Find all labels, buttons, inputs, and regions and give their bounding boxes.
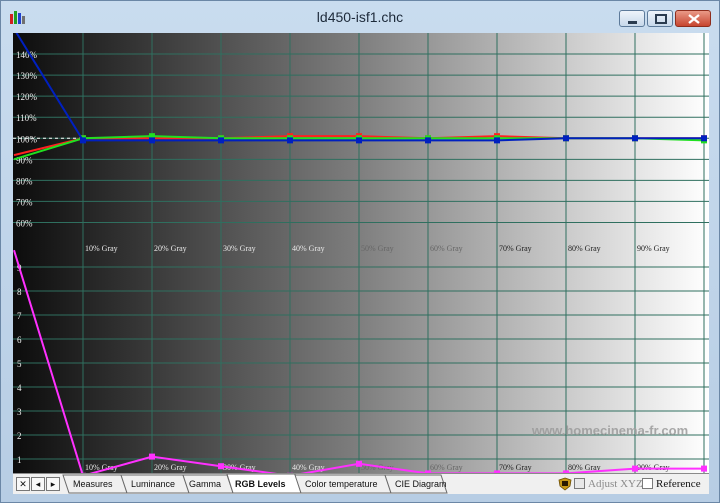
main-window: ld450-isf1.chc 140% 130% 120% 110% 100% 90% 80… — [0, 0, 720, 503]
maximize-button[interactable] — [647, 10, 673, 27]
y-tick-label: 140% — [16, 50, 38, 60]
y-tick-label: 60% — [16, 218, 33, 228]
y-tick-label: 110% — [16, 113, 37, 123]
y-tick-label: 3 — [17, 407, 22, 417]
adjust-xyz-checkbox[interactable] — [574, 478, 585, 489]
rgb-levels-chart: 140%130%120%110%100%90%80%70%60%98765432… — [13, 28, 709, 479]
y-tick-label: 70% — [16, 197, 33, 207]
watermark: www.homecinema-fr.com — [531, 423, 688, 438]
reference-checkbox[interactable] — [642, 478, 653, 489]
minimize-icon — [628, 21, 637, 24]
x-tick-label: 60% Gray — [430, 463, 463, 472]
y-tick-label: 5 — [17, 359, 22, 369]
close-button[interactable] — [675, 10, 711, 27]
rgb-data-point — [218, 137, 224, 144]
minimize-button[interactable] — [619, 10, 645, 27]
delta-data-point — [701, 465, 707, 472]
rgb-data-point — [149, 137, 155, 144]
rgb-data-point — [287, 137, 293, 144]
tab-measures[interactable]: Measures — [73, 479, 113, 489]
y-tick-label: 130% — [16, 71, 38, 81]
x-tick-label: 70% Gray — [499, 244, 532, 253]
maximize-icon — [655, 14, 667, 24]
tab-color-temperature[interactable]: Color temperature — [305, 479, 378, 489]
x-tick-label: 20% Gray — [154, 244, 187, 253]
close-icon — [688, 14, 700, 24]
x-tick-label: 60% Gray — [430, 244, 463, 253]
reference-label: Reference — [656, 478, 701, 490]
y-tick-label: 8 — [17, 287, 22, 297]
adjust-xyz-icon[interactable] — [558, 477, 572, 491]
delta-data-point — [632, 465, 638, 472]
y-tick-label: 120% — [16, 92, 38, 102]
rgb-data-point — [80, 137, 86, 144]
y-tick-label: 7 — [17, 311, 22, 321]
x-tick-label: 40% Gray — [292, 244, 325, 253]
x-tick-label: 10% Gray — [85, 244, 118, 253]
tab-gamma[interactable]: Gamma — [189, 479, 221, 489]
delta-data-point — [356, 460, 362, 467]
rgb-data-point — [632, 135, 638, 142]
x-tick-label: 30% Gray — [223, 244, 256, 253]
rgb-data-point — [425, 137, 431, 144]
delta-data-point — [149, 453, 155, 460]
x-tick-label: 20% Gray — [154, 463, 187, 472]
rgb-data-point — [494, 137, 500, 144]
rgb-data-point — [356, 137, 362, 144]
delta-data-point — [218, 463, 224, 470]
gray-gradient-background — [13, 33, 709, 473]
y-tick-label: 6 — [17, 335, 22, 345]
title-bar[interactable]: ld450-isf1.chc — [1, 1, 719, 33]
rgb-data-point — [701, 135, 707, 142]
tab-luminance[interactable]: Luminance — [131, 479, 175, 489]
adjust-xyz-label: Adjust XYZ — [588, 478, 643, 490]
x-tick-label: 70% Gray — [499, 463, 532, 472]
rgb-data-point — [563, 135, 569, 142]
tab-cie-diagram[interactable]: CIE Diagram — [395, 479, 447, 489]
bottom-toolbar: ✕ ◂ ▸ Measures Luminance Gamma RGB Level… — [13, 473, 709, 494]
tab-rgb-levels[interactable]: RGB Levels — [235, 479, 286, 489]
x-tick-label: 90% Gray — [637, 463, 670, 472]
y-tick-label: 100% — [16, 134, 38, 144]
rgb-levels-plot: 140% 130% 120% 110% 100% 90% 80% 70% 60% 9 8 7 6 5 4 3 2… — [13, 28, 709, 479]
x-tick-label: 90% Gray — [637, 244, 670, 253]
x-tick-label: 80% Gray — [568, 244, 601, 253]
y-tick-label: 2 — [17, 431, 22, 441]
y-tick-label: 1 — [17, 455, 22, 465]
y-tick-label: 4 — [17, 383, 22, 393]
x-tick-label: 50% Gray — [361, 244, 394, 253]
y-tick-label: 80% — [16, 176, 33, 186]
window-title: ld450-isf1.chc — [316, 9, 404, 25]
